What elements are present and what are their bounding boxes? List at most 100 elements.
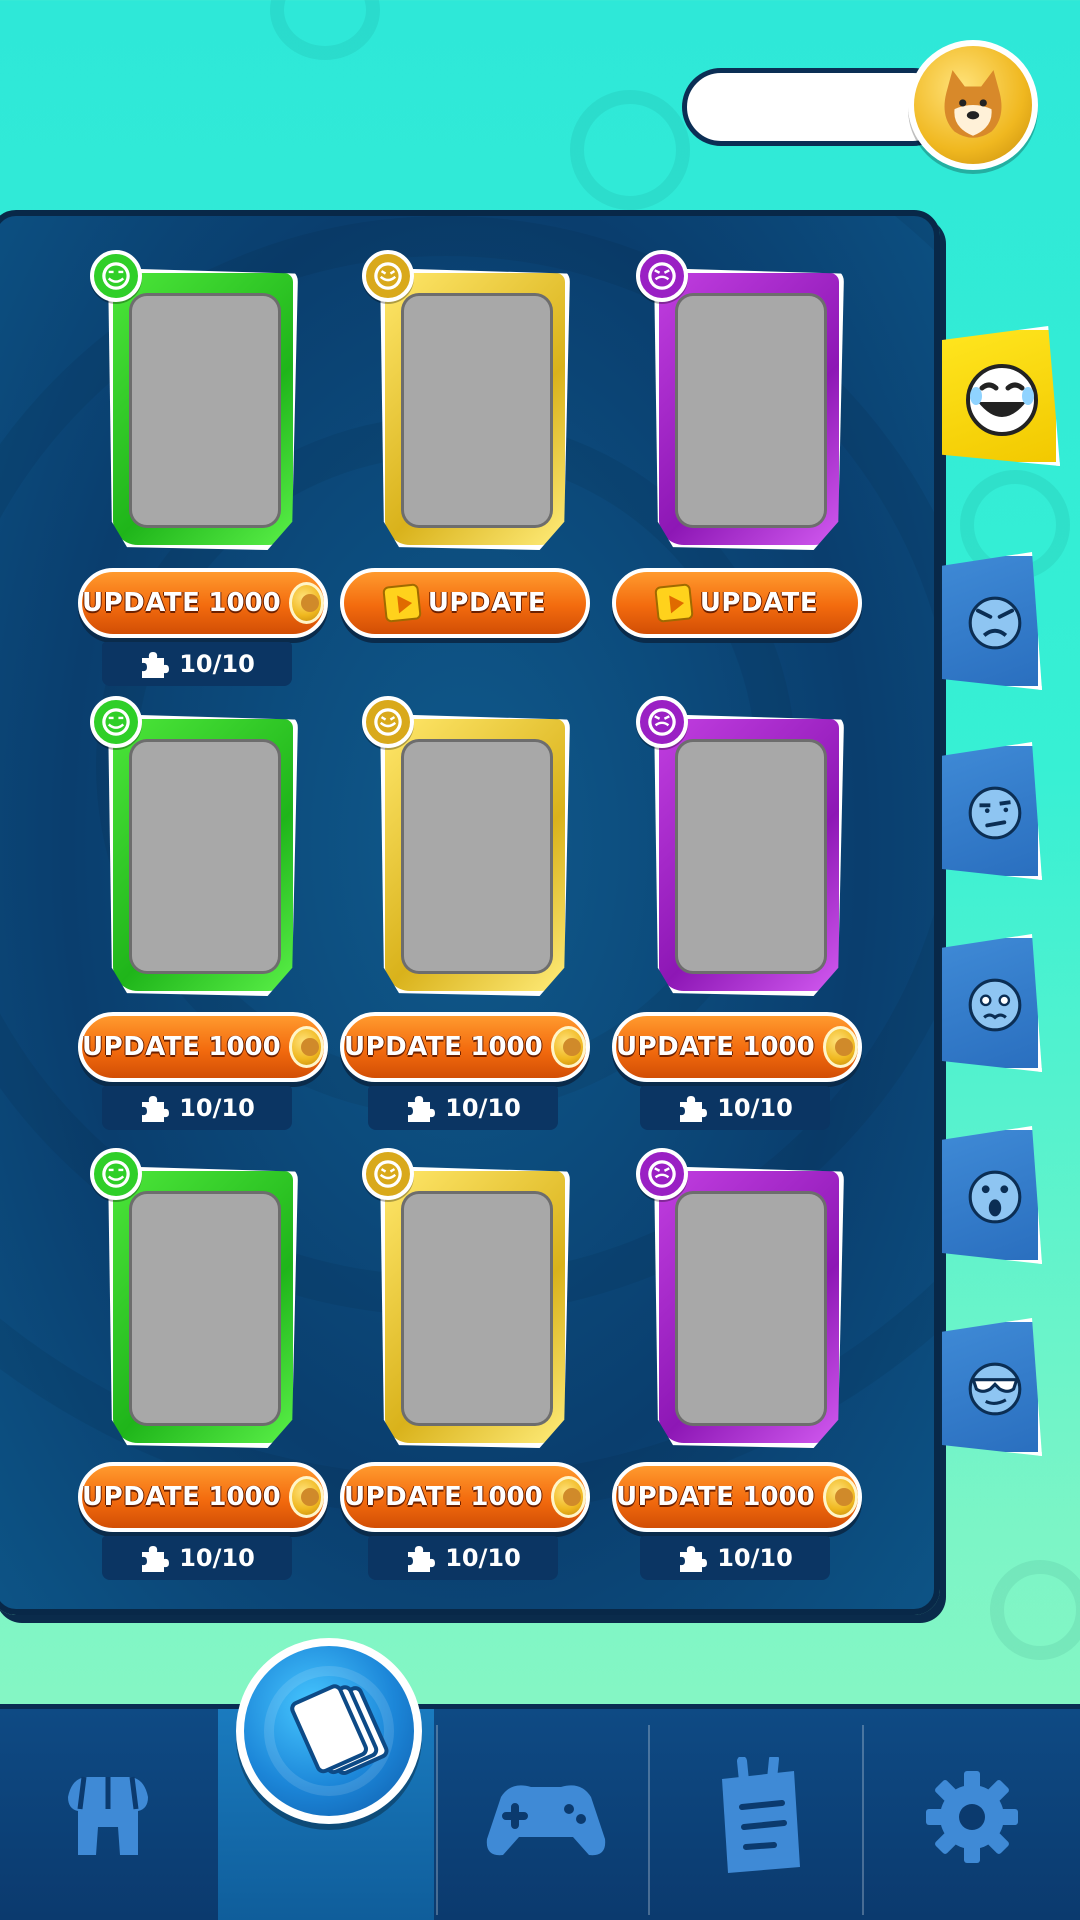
card-portrait-placeholder — [675, 739, 827, 974]
puzzle-piece-icon — [408, 1096, 436, 1122]
doge-coin-icon — [288, 1476, 324, 1518]
nav-settings[interactable] — [864, 1709, 1080, 1920]
character-card[interactable] — [636, 696, 844, 1004]
angry-face-icon — [968, 596, 1022, 650]
update-coin-button[interactable]: UPDATE 1000 — [78, 1462, 328, 1532]
suspicious-face-icon — [968, 786, 1022, 840]
card-progress: 10/10 — [640, 1086, 830, 1130]
card-progress: 10/10 — [102, 1086, 292, 1130]
update-label: UPDATE — [82, 588, 201, 618]
doge-face-icon — [944, 70, 1002, 138]
category-tab-angry-face[interactable] — [942, 552, 1042, 690]
rarity-badge-icon — [362, 250, 414, 302]
update-cost: 1000 — [208, 1482, 281, 1512]
puzzle-piece-icon — [142, 1096, 170, 1122]
category-tab-suspicious-face[interactable] — [942, 742, 1042, 880]
shocked-face-icon — [968, 1170, 1022, 1224]
update-coin-button[interactable]: UPDATE 1000 — [612, 1012, 862, 1082]
card-portrait-placeholder — [675, 293, 827, 528]
update-coin-button[interactable]: UPDATE 1000 — [78, 568, 328, 638]
category-tab-laughing-face[interactable] — [942, 326, 1060, 466]
gamepad-icon — [486, 1785, 606, 1856]
update-label: UPDATE — [699, 588, 819, 618]
update-label: UPDATE — [616, 1032, 735, 1062]
update-coin-button[interactable]: UPDATE 1000 — [78, 1012, 328, 1082]
nav-shop[interactable] — [0, 1709, 216, 1920]
card-collection-panel: UPDATE 1000 10/10 UPDATE UPDATE UPDATE 1000 10/… — [0, 210, 940, 1615]
bottom-navigation-bar — [0, 1704, 1080, 1920]
category-tab-shocked-face[interactable] — [942, 1126, 1042, 1264]
cards-icon — [264, 1666, 394, 1796]
cool-face-icon — [968, 1362, 1022, 1416]
gear-icon — [926, 1771, 1018, 1863]
card-frame — [108, 1166, 298, 1448]
progress-count: 10/10 — [179, 1094, 255, 1122]
category-tab-cool-face[interactable] — [942, 1318, 1042, 1456]
card-frame — [380, 268, 570, 550]
puzzle-piece-icon — [142, 652, 170, 678]
card-frame — [380, 714, 570, 996]
rarity-badge-icon — [90, 250, 142, 302]
cards-center-button[interactable] — [236, 1638, 422, 1824]
card-portrait-placeholder — [129, 1191, 281, 1426]
rarity-badge-icon — [90, 1148, 142, 1200]
card-portrait-placeholder — [401, 1191, 553, 1426]
update-coin-button[interactable]: UPDATE 1000 — [340, 1462, 590, 1532]
update-coin-button[interactable]: UPDATE 1000 — [340, 1012, 590, 1082]
character-card[interactable] — [90, 250, 298, 558]
video-play-icon — [654, 583, 694, 623]
update-video-button[interactable]: UPDATE — [340, 568, 590, 638]
character-card[interactable] — [362, 1148, 570, 1456]
rarity-badge-icon — [636, 696, 688, 748]
update-label: UPDATE — [344, 1032, 463, 1062]
card-frame — [108, 268, 298, 550]
card-portrait-placeholder — [401, 293, 553, 528]
rarity-badge-icon — [362, 696, 414, 748]
card-portrait-placeholder — [401, 739, 553, 974]
doge-coin-icon — [550, 1476, 586, 1518]
progress-count: 10/10 — [179, 650, 255, 678]
card-frame — [654, 268, 844, 550]
rarity-badge-icon — [362, 1148, 414, 1200]
card-portrait-placeholder — [129, 739, 281, 974]
character-card[interactable] — [90, 696, 298, 1004]
rarity-badge-icon — [90, 696, 142, 748]
update-cost: 1000 — [208, 588, 281, 618]
puzzle-piece-icon — [408, 1546, 436, 1572]
character-card[interactable] — [636, 250, 844, 558]
category-tab-crying-face[interactable] — [942, 934, 1042, 1072]
progress-count: 10/10 — [445, 1094, 521, 1122]
background-emoji-decoration — [270, 0, 380, 60]
puzzle-piece-icon — [142, 1546, 170, 1572]
update-label: UPDATE — [82, 1482, 201, 1512]
card-progress: 10/10 — [102, 1536, 292, 1580]
nav-tasks[interactable] — [650, 1709, 866, 1920]
puzzle-piece-icon — [680, 1096, 708, 1122]
puzzle-piece-icon — [680, 1546, 708, 1572]
rarity-badge-icon — [636, 250, 688, 302]
background-emoji-decoration — [570, 90, 690, 210]
character-card[interactable] — [362, 696, 570, 1004]
character-card[interactable] — [90, 1148, 298, 1456]
character-card[interactable] — [362, 250, 570, 558]
card-frame — [654, 1166, 844, 1448]
update-video-button[interactable]: UPDATE — [612, 568, 862, 638]
rarity-badge-icon — [636, 1148, 688, 1200]
progress-count: 10/10 — [717, 1544, 793, 1572]
update-label: UPDATE — [82, 1032, 201, 1062]
update-label: UPDATE — [344, 1482, 463, 1512]
character-card[interactable] — [636, 1148, 844, 1456]
doge-coin-icon — [822, 1476, 858, 1518]
progress-count: 10/10 — [445, 1544, 521, 1572]
doge-coin-icon — [822, 1026, 858, 1068]
card-progress: 10/10 — [368, 1536, 558, 1580]
update-label: UPDATE — [616, 1482, 735, 1512]
laughing-face-icon — [966, 364, 1038, 436]
update-cost: 1000 — [470, 1482, 543, 1512]
card-portrait-placeholder — [129, 293, 281, 528]
update-cost: 1000 — [742, 1032, 815, 1062]
update-cost: 1000 — [470, 1032, 543, 1062]
nav-games[interactable] — [438, 1709, 654, 1920]
card-progress: 10/10 — [640, 1536, 830, 1580]
update-coin-button[interactable]: UPDATE 1000 — [612, 1462, 862, 1532]
